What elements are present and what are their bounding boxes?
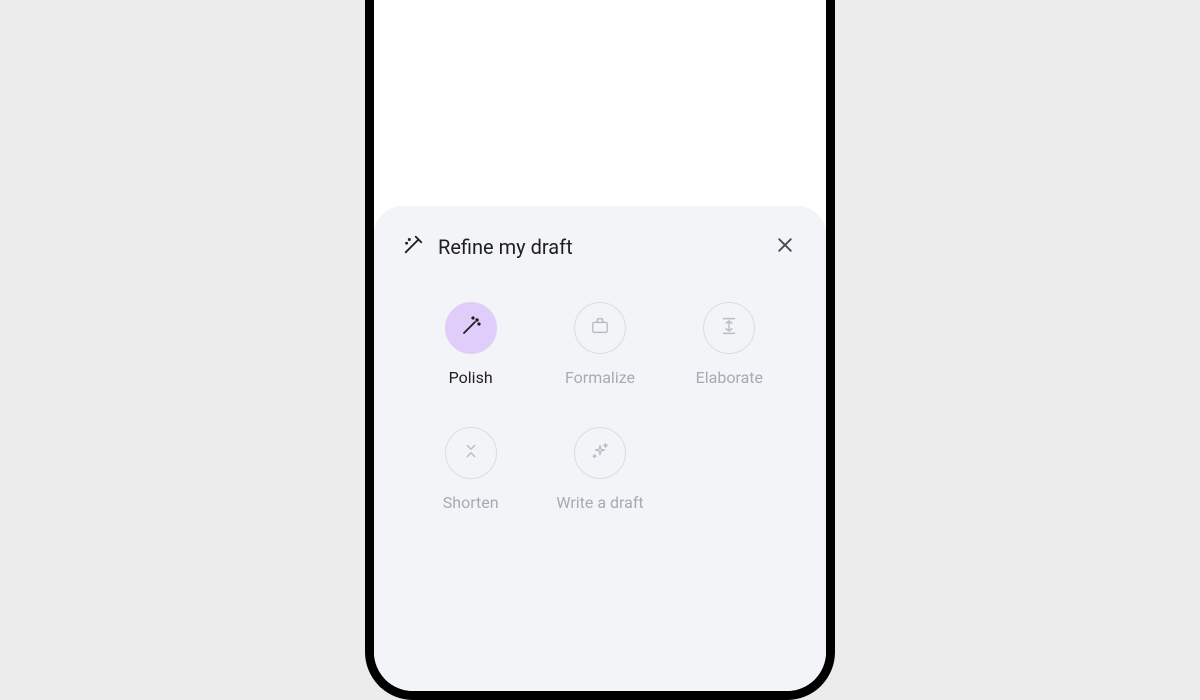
option-label: Formalize <box>565 368 635 387</box>
magic-wand-icon <box>402 234 424 260</box>
sheet-title: Refine my draft <box>438 235 758 259</box>
options-grid: Polish Formalize <box>402 302 798 512</box>
refine-sheet: Refine my draft <box>374 206 826 691</box>
option-label: Elaborate <box>696 368 763 387</box>
option-label: Shorten <box>443 493 499 512</box>
sparkles-icon <box>589 440 611 466</box>
option-elaborate[interactable]: Elaborate <box>669 302 790 387</box>
sheet-header: Refine my draft <box>402 234 798 260</box>
close-button[interactable] <box>772 234 798 260</box>
expand-vertical-icon <box>718 315 740 341</box>
collapse-vertical-icon <box>460 440 482 466</box>
phone-frame: Refine my draft <box>365 0 835 700</box>
briefcase-icon <box>589 315 611 341</box>
wand-sparkle-icon <box>459 314 483 342</box>
option-label: Polish <box>449 368 493 387</box>
option-polish[interactable]: Polish <box>410 302 531 387</box>
close-icon <box>775 235 795 259</box>
option-formalize[interactable]: Formalize <box>539 302 660 387</box>
option-write-draft[interactable]: Write a draft <box>539 427 660 512</box>
option-shorten[interactable]: Shorten <box>410 427 531 512</box>
option-label: Write a draft <box>556 493 643 512</box>
